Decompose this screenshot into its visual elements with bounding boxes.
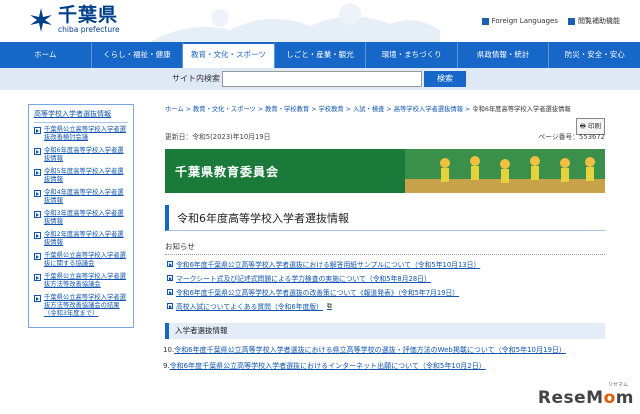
logo-english: chiba prefecture [58, 25, 120, 34]
notice-link[interactable]: マークシート式及び記述式問題による学力検査の実施について（令和5年8月28日） [167, 273, 605, 283]
section-heading: 入学者選抜情報 [165, 323, 605, 339]
breadcrumb-link[interactable]: 教育・学校教育 [265, 106, 309, 113]
sidebar-item[interactable]: 千葉県公立高等学校入学者選抜方法等改善協議会 [34, 273, 128, 289]
global-nav: ホーム くらし・福祉・健康 教育・文化・スポーツ しごと・産業・観光 環境・まち… [0, 42, 640, 68]
search-label: サイト内検索 [172, 74, 220, 83]
entry-link[interactable]: 令和6年度千葉県公立高等学校入学者選抜におけるインターネット出願について（令和5… [170, 362, 486, 370]
logo-japanese: 千葉県 [58, 4, 119, 26]
arrow-right-icon [34, 127, 41, 134]
entry-list: 10.令和6年度千葉県公立高等学校入学者選抜における県立高等学校の選抜・評価方法… [163, 345, 605, 371]
resemom-watermark: ReseMom [537, 388, 634, 408]
arrow-right-icon [167, 275, 173, 281]
sidebar-item[interactable]: 千葉県公立高等学校入学者選抜方法等改善協議会の結果（令和3年度まで） [34, 294, 128, 318]
sidebar-title[interactable]: 高等学校入学者選抜情報 [34, 109, 128, 123]
arrow-right-icon [167, 261, 173, 267]
notice-list: 令和6年度千葉県公立高等学校入学者選抜における解答用紙サンプルについて（令和5年… [165, 259, 605, 311]
external-link-icon: ⧉ [326, 301, 332, 310]
breadcrumb-current: 令和6年度高等学校入学者選抜情報 [472, 106, 571, 113]
nav-safety[interactable]: 防災・安全・安心 [549, 42, 640, 68]
arrow-right-icon [34, 274, 41, 281]
nav-prefecture-info[interactable]: 県政情報・統計 [458, 42, 550, 68]
breadcrumb-link[interactable]: 入試・検査 [353, 106, 384, 113]
arrow-right-icon [34, 211, 41, 218]
breadcrumb: ホーム > 教育・文化・スポーツ > 教育・学校教育 > 学校教育 > 入試・検… [165, 106, 571, 113]
square-icon [481, 17, 489, 25]
sidebar: 高等学校入学者選抜情報 千葉県公立高等学校入学者選抜改善検討会議 令和6年度高等… [28, 104, 134, 328]
divider [165, 254, 605, 255]
arrow-right-icon [34, 190, 41, 197]
arrow-right-icon [34, 169, 41, 176]
sidebar-item[interactable]: 令和4年度高等学校入学者選抜情報 [34, 189, 128, 205]
arrow-right-icon [167, 303, 173, 309]
sidebar-item[interactable]: 令和6年度高等学校入学者選抜情報 [34, 147, 128, 163]
sidebar-item[interactable]: 千葉県公立高等学校入学者選抜改善検討会議 [34, 126, 128, 142]
nav-home[interactable]: ホーム [0, 42, 92, 68]
notice-link[interactable]: 令和6年度千葉県公立高等学校入学者選抜の改善策について《報道発表》（令和5年7月… [167, 287, 605, 297]
sidebar-item[interactable]: 令和3年度高等学校入学者選抜情報 [34, 210, 128, 226]
arrow-right-icon [34, 148, 41, 155]
page-meta: 更新日：令和5(2023)年10月19日 ページ番号：553672 [165, 131, 605, 141]
breadcrumb-link[interactable]: ホーム [165, 106, 184, 113]
header-links: Foreign Languages 閲覧補助機能 [481, 16, 620, 26]
arrow-right-icon [34, 253, 41, 260]
arrow-right-icon [34, 295, 41, 302]
list-item: 10.令和6年度千葉県公立高等学校入学者選抜における県立高等学校の選抜・評価方法… [163, 346, 566, 354]
notice-link[interactable]: 令和6年度千葉県公立高等学校入学者選抜における解答用紙サンプルについて（令和5年… [167, 259, 605, 269]
chiba-emblem-icon [30, 7, 52, 32]
search-input[interactable] [222, 71, 422, 87]
sidebar-item[interactable]: 令和2年度高等学校入学者選抜情報 [34, 231, 128, 247]
watermark-subtitle: リセマム [607, 382, 628, 388]
nav-environment[interactable]: 環境・まちづくり [366, 42, 458, 68]
board-banner: 千葉県教育委員会 [165, 149, 605, 193]
nav-education[interactable]: 教育・文化・スポーツ [183, 42, 275, 68]
nav-work-industry[interactable]: しごと・産業・観光 [275, 42, 367, 68]
site-header: 千葉県 chiba prefecture Foreign Languages 閲… [0, 0, 640, 42]
notice-link[interactable]: 高校入試についてよくある質問（令和6年度版） ⧉ [167, 301, 605, 311]
breadcrumb-link[interactable]: 高等学校入学者選抜情報 [394, 106, 463, 113]
search-bar: サイト内検索 検索 [0, 68, 640, 90]
arrow-right-icon [34, 232, 41, 239]
banner-title: 千葉県教育委員会 [175, 165, 280, 179]
notice-heading: お知らせ [165, 242, 195, 251]
students-photo [405, 149, 605, 193]
sidebar-item[interactable]: 千葉県公立高等学校入学者選抜に関する協議会 [34, 252, 128, 268]
square-icon [568, 17, 575, 25]
page-title: 令和6年度高等学校入学者選抜情報 [165, 205, 605, 231]
site-logo[interactable]: 千葉県 chiba prefecture [28, 5, 120, 34]
breadcrumb-link[interactable]: 学校教育 [318, 106, 343, 113]
main-content: ホーム > 教育・文化・スポーツ > 教育・学校教育 > 学校教育 > 入試・検… [163, 104, 605, 377]
accessibility-link[interactable]: 閲覧補助機能 [568, 16, 620, 26]
list-item: 9.令和6年度千葉県公立高等学校入学者選抜におけるインターネット出願について（令… [163, 362, 486, 370]
breadcrumb-link[interactable]: 教育・文化・スポーツ [193, 106, 256, 113]
header-decoration [150, 3, 440, 42]
sidebar-item[interactable]: 令和5年度高等学校入学者選抜情報 [34, 168, 128, 184]
entry-link[interactable]: 令和6年度千葉県公立高等学校入学者選抜における県立高等学校の選抜・評価方法のWe… [174, 346, 566, 354]
arrow-right-icon [167, 289, 173, 295]
page-number: ページ番号：553672 [538, 133, 605, 141]
foreign-languages-link[interactable]: Foreign Languages [481, 16, 558, 26]
nav-life-welfare[interactable]: くらし・福祉・健康 [92, 42, 184, 68]
search-button[interactable]: 検索 [424, 71, 466, 87]
updated-date: 更新日：令和5(2023)年10月19日 [165, 133, 271, 141]
